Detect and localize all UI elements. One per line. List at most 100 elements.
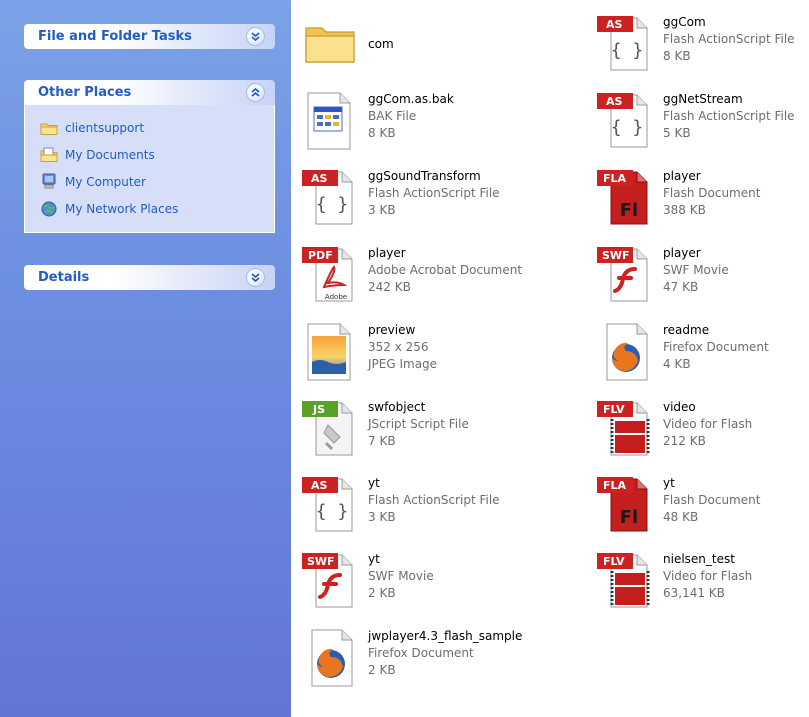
place-clientsupport[interactable]: clientsupport [40,114,274,141]
place-label: My Documents [65,147,155,162]
place-my-computer[interactable]: My Computer [40,168,274,195]
file-type: Flash ActionScript File [663,32,795,46]
file-size: 47 KB [663,280,699,294]
file-type: Video for Flash [663,569,753,583]
actionscript-file-icon: { } AS [597,91,653,151]
file-type: Flash ActionScript File [663,109,795,123]
file-name: yt [368,552,380,566]
flash-document-icon: Fl FLA [597,475,653,535]
file-item[interactable]: jwplayer4.3_flash_sample Firefox Documen… [302,628,522,704]
file-item[interactable]: { } AS ggCom Flash ActionScript File 8 K… [597,14,795,90]
file-name: video [663,400,696,414]
file-item[interactable]: SWF player SWF Movie 47 KB [597,245,729,321]
file-name: player [663,246,701,260]
file-type: JScript Script File [368,417,469,431]
other-places-header[interactable]: Other Places [24,80,275,105]
file-size: 8 KB [368,126,396,140]
file-badge: AS [311,172,328,185]
file-folder-tasks-title: File and Folder Tasks [38,29,192,44]
flash-video-icon: FLV [597,551,653,611]
file-item[interactable]: ggCom.as.bak BAK File 8 KB [302,91,454,167]
svg-text:{ }: { } [316,501,349,522]
file-name: nielsen_test [663,552,735,566]
file-folder-tasks-panel: File and Folder Tasks [24,24,275,49]
file-badge: FLA [603,172,627,185]
place-label: My Network Places [65,201,179,216]
svg-text:{ }: { } [611,117,644,138]
other-places-list: clientsupport My Documents My Computer M… [24,105,275,233]
file-badge: PDF [308,249,333,262]
my-documents-icon [40,146,58,164]
file-badge: SWF [602,249,630,262]
other-places-title: Other Places [38,85,132,100]
file-name: player [368,246,406,260]
svg-text:{ }: { } [316,194,349,215]
file-badge: FLV [603,555,625,568]
flash-document-icon: Fl FLA [597,168,653,228]
file-item[interactable]: Fl FLA player Flash Document 388 KB [597,168,760,244]
place-label: My Computer [65,174,146,189]
file-size: 388 KB [663,203,706,217]
file-item[interactable]: { } AS ggSoundTransform Flash ActionScri… [302,168,500,244]
file-badge: AS [606,18,623,31]
file-item[interactable]: readme Firefox Document 4 KB [597,322,769,398]
file-size: 3 KB [368,510,396,524]
file-item[interactable]: Fl FLA yt Flash Document 48 KB [597,475,760,551]
pdf-file-icon: Adobe PDF [302,245,358,305]
file-item[interactable]: { } AS yt Flash ActionScript File 3 KB [302,475,500,551]
file-size: 242 KB [368,280,411,294]
file-size: 5 KB [663,126,691,140]
file-item[interactable]: SWF yt SWF Movie 2 KB [302,551,434,627]
file-item[interactable]: FLV nielsen_test Video for Flash 63,141 … [597,551,752,627]
file-item[interactable]: { } AS ggNetStream Flash ActionScript Fi… [597,91,795,167]
file-badge: FLA [603,479,627,492]
file-size: 3 KB [368,203,396,217]
svg-text:Fl: Fl [620,200,638,221]
file-type: Video for Flash [663,417,753,431]
flash-video-icon: FLV [597,399,653,459]
file-name: yt [368,476,380,490]
details-header[interactable]: Details [24,265,275,290]
file-size: 63,141 KB [663,586,725,600]
file-type: BAK File [368,109,417,123]
task-pane: File and Folder Tasks Other Places clien… [0,0,291,717]
place-my-documents[interactable]: My Documents [40,141,274,168]
file-type: Adobe Acrobat Document [368,263,523,277]
file-name: swfobject [368,400,426,414]
file-item[interactable]: com [302,14,394,90]
file-item[interactable]: preview 352 x 256 JPEG Image [302,322,437,398]
svg-text:Fl: Fl [620,507,638,528]
file-item[interactable]: JS swfobject JScript Script File 7 KB [302,399,469,475]
svg-text:{ }: { } [611,40,644,61]
file-type: Flash ActionScript File [368,493,500,507]
file-size: 7 KB [368,434,396,448]
file-name: ggCom.as.bak [368,92,454,106]
my-computer-icon [40,173,58,191]
swf-file-icon: SWF [597,245,653,305]
file-name: ggNetStream [663,92,743,106]
file-type: Firefox Document [368,646,474,660]
collapse-chevron-icon[interactable] [246,83,265,102]
file-type: SWF Movie [368,569,434,583]
image-dimensions: 352 x 256 [368,340,429,354]
file-size: 48 KB [663,510,699,524]
file-badge: SWF [307,555,335,568]
file-type: JPEG Image [368,357,438,371]
file-item[interactable]: FLV video Video for Flash 212 KB [597,399,752,475]
file-type: Firefox Document [663,340,769,354]
file-type: Flash Document [663,493,761,507]
file-item[interactable]: Adobe PDF player Adobe Acrobat Document … [302,245,522,321]
expand-chevron-icon[interactable] [246,268,265,287]
details-panel: Details [24,265,275,290]
file-name: yt [663,476,675,490]
file-name: com [368,37,394,51]
file-type: SWF Movie [663,263,729,277]
place-label: clientsupport [65,120,145,135]
place-my-network-places[interactable]: My Network Places [40,195,274,222]
file-size: 4 KB [663,357,691,371]
file-size: 212 KB [663,434,706,448]
file-badge: FLV [603,403,625,416]
file-folder-tasks-header[interactable]: File and Folder Tasks [24,24,275,49]
expand-chevron-icon[interactable] [246,27,265,46]
firefox-document-icon [597,322,653,382]
